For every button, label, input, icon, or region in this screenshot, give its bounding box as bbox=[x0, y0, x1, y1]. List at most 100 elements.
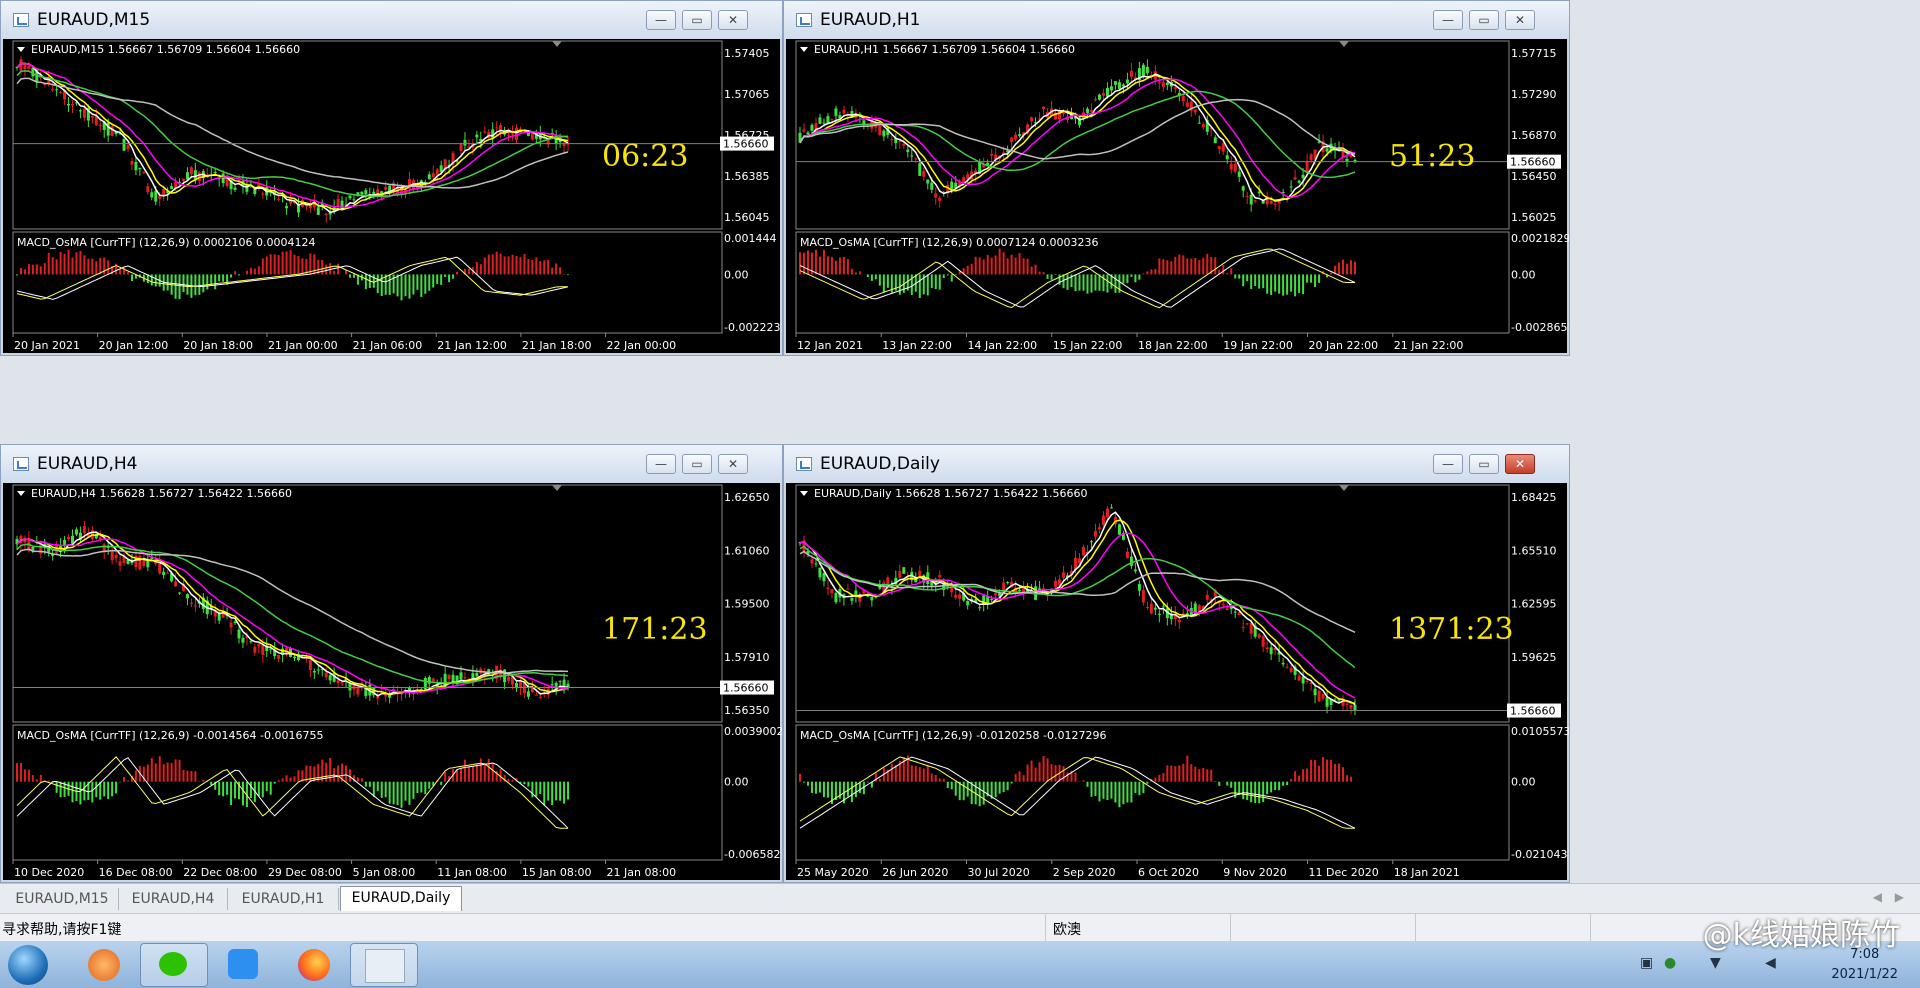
time-axis-label: 26 Jun 2020 bbox=[882, 866, 948, 879]
candle-body bbox=[431, 173, 435, 178]
candle-body bbox=[82, 526, 86, 533]
moving-average-line bbox=[799, 519, 1356, 705]
candle-body bbox=[328, 675, 332, 681]
chart-shift-marker[interactable] bbox=[552, 41, 562, 47]
candle-body bbox=[55, 89, 59, 91]
candle-body bbox=[324, 213, 328, 216]
taskbar-metatrader[interactable] bbox=[350, 943, 418, 987]
current-price-label: 1.56660 bbox=[723, 682, 769, 695]
moving-average-line bbox=[799, 78, 1356, 199]
maximize-button[interactable]: ▭ bbox=[682, 10, 712, 30]
chart-window-h1[interactable]: EURAUD,H1 — ▭ ✕ 1.57715 1.57290 1.56870 1.56450… bbox=[783, 0, 1570, 356]
maximize-button[interactable]: ▭ bbox=[1469, 454, 1499, 474]
candle-body bbox=[277, 655, 281, 659]
candle-body bbox=[312, 670, 316, 673]
candle-body bbox=[293, 656, 296, 659]
price-axis-label: 1.65510 bbox=[1511, 544, 1557, 557]
candle-body bbox=[994, 593, 998, 596]
candle-body bbox=[1225, 608, 1229, 611]
symbol-menu-icon[interactable] bbox=[800, 491, 808, 496]
tab-euraud-h1[interactable]: EURAUD,H1 bbox=[228, 888, 339, 910]
tray-icons[interactable]: ▣ ● ▼ ◀ bbox=[1640, 955, 1800, 973]
window-title: EURAUD,M15 bbox=[37, 10, 151, 30]
chart-shift-marker[interactable] bbox=[1339, 41, 1349, 47]
window-titlebar[interactable]: EURAUD,Daily — ▭ ✕ bbox=[784, 445, 1569, 483]
maximize-button[interactable]: ▭ bbox=[682, 454, 712, 474]
window-titlebar[interactable]: EURAUD,H4 — ▭ ✕ bbox=[1, 445, 782, 483]
candle-body bbox=[1213, 137, 1217, 144]
tray-volume-icon[interactable]: ◀ bbox=[1765, 955, 1776, 971]
taskbar-firefox[interactable] bbox=[280, 943, 346, 985]
candle-body bbox=[830, 118, 834, 120]
tab-scroll-right-icon[interactable]: ▶ bbox=[1895, 890, 1904, 904]
chart-shift-marker[interactable] bbox=[552, 485, 562, 491]
maximize-button[interactable]: ▭ bbox=[1469, 10, 1499, 30]
chart-canvas[interactable]: 1.684251.655101.625951.596251.566601.566… bbox=[786, 483, 1569, 880]
candle-body bbox=[1237, 171, 1241, 177]
chart-window-icon bbox=[13, 457, 29, 471]
candle-body bbox=[1133, 569, 1137, 572]
window-titlebar[interactable]: EURAUD,H1 — ▭ ✕ bbox=[784, 1, 1569, 39]
minimize-button[interactable]: — bbox=[1433, 10, 1463, 30]
macd-axis-label: 0.00 bbox=[724, 268, 749, 281]
chart-window-daily[interactable]: EURAUD,Daily — ▭ ✕ 1.68425 1.65510 1.62595 1.59… bbox=[783, 444, 1570, 883]
candle-body bbox=[1165, 82, 1169, 86]
candle-body bbox=[1149, 603, 1153, 614]
clock-date: 2021/1/22 bbox=[1831, 967, 1898, 982]
chart-canvas[interactable]: 1.57715 1.57290 1.56870 1.56450 1.56025 1.566… bbox=[786, 39, 1569, 353]
chart-window-icon bbox=[796, 457, 812, 471]
candle-body bbox=[1097, 527, 1101, 530]
minimize-button[interactable]: — bbox=[646, 10, 676, 30]
close-button[interactable]: ✕ bbox=[718, 10, 748, 30]
candle-body bbox=[233, 621, 237, 624]
price-axis-label: 1.56870 bbox=[1511, 129, 1557, 142]
chart-window-h4[interactable]: EURAUD,H4 — ▭ ✕ 1.62650 1.61060 1.59500 1.57910… bbox=[0, 444, 783, 883]
candle-body bbox=[1313, 688, 1317, 696]
chart-canvas[interactable]: 1.62650 1.61060 1.59500 1.57910 1.56350 1.566… bbox=[3, 483, 782, 880]
candle-body bbox=[1042, 106, 1046, 110]
tray-shield-icon[interactable]: ▼ bbox=[1710, 955, 1721, 971]
symbol-menu-icon[interactable] bbox=[17, 491, 25, 496]
candle-body bbox=[1305, 161, 1309, 173]
candle-body bbox=[878, 125, 882, 136]
window-titlebar[interactable]: EURAUD,M15 — ▭ ✕ bbox=[1, 1, 782, 39]
symbol-menu-icon[interactable] bbox=[800, 47, 808, 52]
tray-network-icon[interactable]: ▣ bbox=[1640, 955, 1653, 971]
close-button[interactable]: ✕ bbox=[1505, 454, 1535, 474]
minimize-button[interactable]: — bbox=[646, 454, 676, 474]
price-pane-border bbox=[795, 484, 1510, 723]
tab-euraud-h4[interactable]: EURAUD,H4 bbox=[119, 888, 228, 910]
moving-average-line bbox=[16, 62, 569, 209]
tab-scroll-left-icon[interactable]: ◀ bbox=[1873, 890, 1882, 904]
taskbar-app-pen[interactable] bbox=[210, 943, 276, 985]
candle-body bbox=[918, 163, 922, 176]
candle-body bbox=[360, 191, 364, 195]
symbol-menu-icon[interactable] bbox=[17, 47, 25, 52]
candle-body bbox=[822, 122, 826, 124]
start-button[interactable] bbox=[8, 945, 48, 985]
current-price-label: 1.56660 bbox=[1510, 705, 1556, 718]
tab-euraud-daily[interactable]: EURAUD,Daily bbox=[340, 886, 462, 911]
candle-body bbox=[558, 680, 562, 682]
taskbar-app-orange[interactable] bbox=[72, 943, 138, 985]
price-header: EURAUD,H1 1.56667 1.56709 1.56604 1.5666… bbox=[814, 43, 1075, 56]
chart-canvas[interactable]: 1.57405 1.57065 1.56725 1.56385 1.56045 1.566… bbox=[3, 39, 782, 353]
window-title: EURAUD,H1 bbox=[820, 10, 921, 30]
close-button[interactable]: ✕ bbox=[718, 454, 748, 474]
macd-axis-label: 0.00 bbox=[1511, 776, 1536, 789]
chart-window-m15[interactable]: EURAUD,M15 — ▭ ✕ 1.57405 1.57065 1.56725 1.5638… bbox=[0, 0, 783, 356]
taskbar-wechat[interactable] bbox=[140, 943, 208, 987]
candle-body bbox=[1353, 704, 1357, 711]
tray-chat-icon[interactable]: ● bbox=[1664, 955, 1676, 971]
candle-body bbox=[530, 132, 534, 140]
close-button[interactable]: ✕ bbox=[1505, 10, 1535, 30]
minimize-button[interactable]: — bbox=[1433, 454, 1463, 474]
candle-body bbox=[189, 167, 193, 175]
moving-average-line bbox=[16, 70, 569, 198]
candle-body bbox=[435, 169, 439, 175]
candle-body bbox=[308, 660, 312, 671]
candle-body bbox=[1253, 200, 1257, 202]
chart-shift-marker[interactable] bbox=[1339, 485, 1349, 491]
tab-euraud-m15[interactable]: EURAUD,M15 bbox=[6, 888, 119, 910]
time-axis-label: 18 Jan 2021 bbox=[1394, 866, 1460, 879]
